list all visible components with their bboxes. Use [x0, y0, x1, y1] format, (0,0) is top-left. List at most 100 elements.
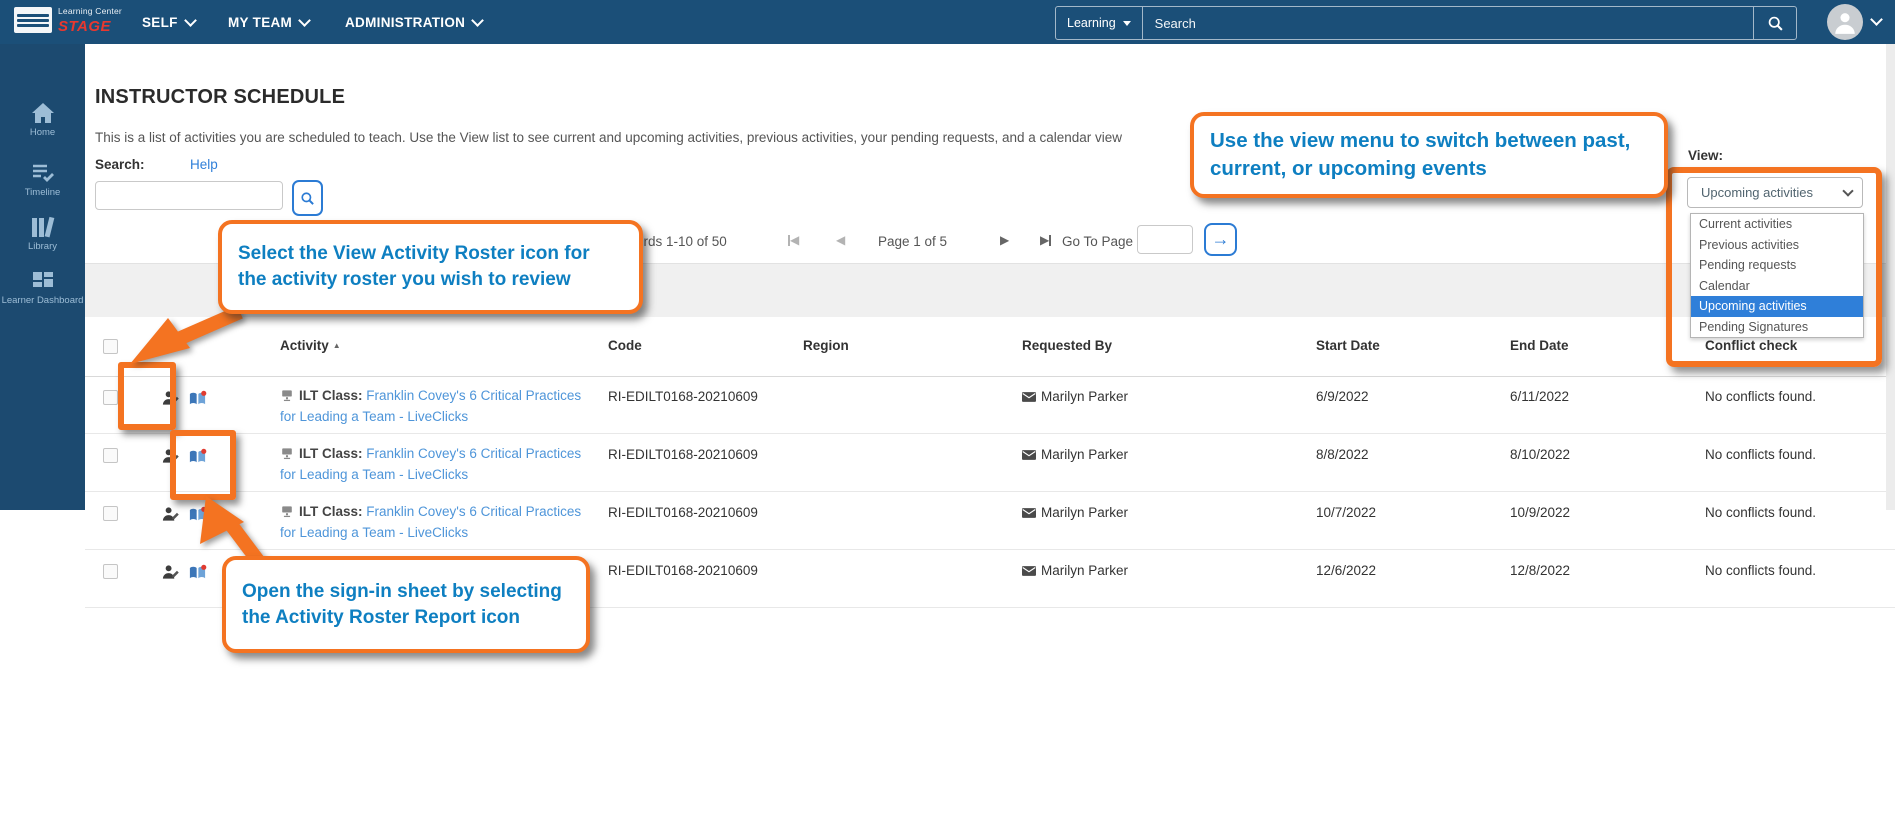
column-header-start-date[interactable]: Start Date	[1316, 338, 1380, 353]
go-to-page-button[interactable]: →	[1204, 223, 1237, 256]
envelope-icon	[1022, 508, 1036, 518]
logo-environment-label: STAGE	[58, 19, 122, 34]
account-chevron-down-icon[interactable]	[1870, 13, 1883, 26]
callout-report-icon: Open the sign-in sheet by selecting the …	[222, 556, 590, 653]
activity-type-label: ILT Class:	[299, 388, 363, 403]
sort-asc-icon: ▲	[333, 341, 341, 350]
chevron-down-icon	[184, 14, 197, 27]
requested-by-name: Marilyn Parker	[1041, 563, 1128, 578]
left-sidebar: Home Timeline Library Learner Dashboard	[0, 44, 85, 510]
activity-cell: ILT Class: Franklin Covey's 6 Critical P…	[280, 386, 592, 428]
arrow-right-icon: →	[1212, 229, 1230, 250]
global-search-bar: Learning	[1055, 6, 1797, 40]
activity-search-input[interactable]	[95, 181, 283, 210]
activity-cell: ILT Class: Franklin Covey's 6 Critical P…	[280, 502, 592, 544]
help-link[interactable]: Help	[190, 157, 218, 172]
table-row: ILT Class: Franklin Covey's 6 Critical P…	[85, 492, 1895, 550]
callout-view-menu: Use the view menu to switch between past…	[1190, 112, 1668, 198]
end-date-cell: 10/9/2022	[1510, 505, 1570, 520]
go-to-page-label: Go To Page	[1062, 234, 1133, 249]
activity-type-label: ILT Class:	[299, 446, 363, 461]
column-header-end-date[interactable]: End Date	[1510, 338, 1569, 353]
code-cell: RI-EDILT0168-20210609	[608, 563, 758, 578]
table-header-row: Activity▲ Code Region Requested By Start…	[85, 317, 1895, 377]
person-icon	[1832, 9, 1858, 35]
column-header-region[interactable]: Region	[803, 338, 849, 353]
end-date-cell: 8/10/2022	[1510, 447, 1570, 462]
activity-cell: ILT Class: Franklin Covey's 6 Critical P…	[280, 444, 592, 486]
timeline-icon	[31, 162, 55, 184]
search-scope-dropdown[interactable]: Learning	[1056, 7, 1143, 39]
select-all-checkbox[interactable]	[103, 339, 118, 354]
search-icon	[300, 191, 315, 206]
brand-logo[interactable]: Learning Center STAGE	[14, 7, 122, 34]
end-date-cell: 12/8/2022	[1510, 563, 1570, 578]
last-page-button[interactable]: ▶	[1040, 233, 1051, 247]
column-header-code[interactable]: Code	[608, 338, 642, 353]
envelope-icon	[1022, 392, 1036, 402]
search-icon	[1767, 15, 1784, 32]
chevron-down-icon	[471, 14, 484, 27]
requested-by-cell: Marilyn Parker	[1022, 505, 1128, 520]
code-cell: RI-EDILT0168-20210609	[608, 505, 758, 520]
start-date-cell: 12/6/2022	[1316, 563, 1376, 578]
envelope-icon	[1022, 566, 1036, 576]
callout-roster-icon: Select the View Activity Roster icon for…	[218, 220, 643, 314]
row-checkbox[interactable]	[103, 390, 118, 405]
conflict-check-cell: No conflicts found.	[1705, 389, 1816, 404]
nav-menu-my-team[interactable]: MY TEAM	[228, 0, 309, 44]
chevron-down-icon	[298, 14, 311, 27]
code-cell: RI-EDILT0168-20210609	[608, 389, 758, 404]
requested-by-cell: Marilyn Parker	[1022, 389, 1128, 404]
start-date-cell: 6/9/2022	[1316, 389, 1369, 404]
virtual-class-icon	[280, 447, 294, 460]
start-date-cell: 10/7/2022	[1316, 505, 1376, 520]
top-navbar: Learning Center STAGE SELF MY TEAM ADMIN…	[0, 0, 1895, 44]
row-checkbox[interactable]	[103, 448, 118, 463]
activity-roster-report-icon[interactable]	[188, 389, 207, 411]
requested-by-cell: Marilyn Parker	[1022, 447, 1128, 462]
dropdown-arrow-icon	[1123, 21, 1131, 26]
page-description: This is a list of activities you are sch…	[95, 130, 1215, 145]
global-search-button[interactable]	[1753, 7, 1796, 39]
nav-menu-administration[interactable]: ADMINISTRATION	[345, 0, 482, 44]
requested-by-name: Marilyn Parker	[1041, 505, 1128, 520]
activity-search-button[interactable]	[292, 180, 323, 216]
conflict-check-cell: No conflicts found.	[1705, 447, 1816, 462]
sidebar-item-library[interactable]: Library	[0, 216, 85, 253]
table-row: ILT Class: Franklin Covey's 6 Critical P…	[85, 376, 1895, 434]
code-cell: RI-EDILT0168-20210609	[608, 447, 758, 462]
view-menu-highlight-box	[1666, 167, 1882, 367]
conflict-check-cell: No conflicts found.	[1705, 505, 1816, 520]
user-avatar[interactable]	[1827, 4, 1863, 40]
page-indicator: Page 1 of 5	[878, 234, 947, 249]
conflict-check-cell: No conflicts found.	[1705, 563, 1816, 578]
sidebar-item-learner-dashboard[interactable]: Learner Dashboard	[0, 270, 85, 307]
virtual-class-icon	[280, 389, 294, 402]
university-logo-icon	[14, 7, 52, 33]
requested-by-name: Marilyn Parker	[1041, 447, 1128, 462]
vertical-scrollbar[interactable]	[1886, 44, 1895, 510]
logo-product-label: Learning Center	[58, 7, 122, 16]
row-checkbox[interactable]	[103, 506, 118, 521]
search-label: Search:	[95, 157, 145, 172]
global-search-input[interactable]	[1143, 7, 1753, 39]
sidebar-item-home[interactable]: Home	[0, 102, 85, 139]
next-page-button[interactable]: ▶	[1000, 233, 1009, 247]
go-to-page-input[interactable]	[1137, 225, 1193, 254]
requested-by-cell: Marilyn Parker	[1022, 563, 1128, 578]
row-checkbox[interactable]	[103, 564, 118, 579]
page-title: INSTRUCTOR SCHEDULE	[95, 86, 345, 109]
column-header-activity[interactable]: Activity▲	[280, 338, 341, 353]
table-row: ILT Class: Franklin Covey's 6 Critical P…	[85, 434, 1895, 492]
start-date-cell: 8/8/2022	[1316, 447, 1369, 462]
previous-page-button[interactable]: ◀	[836, 233, 845, 247]
requested-by-name: Marilyn Parker	[1041, 389, 1128, 404]
sidebar-item-timeline[interactable]: Timeline	[0, 162, 85, 199]
home-icon	[31, 102, 55, 124]
nav-menu-self[interactable]: SELF	[142, 0, 195, 44]
first-page-button[interactable]: ◀	[788, 233, 799, 247]
activity-type-label: ILT Class:	[299, 504, 363, 519]
view-label: View:	[1688, 148, 1723, 163]
column-header-requested-by[interactable]: Requested By	[1022, 338, 1112, 353]
